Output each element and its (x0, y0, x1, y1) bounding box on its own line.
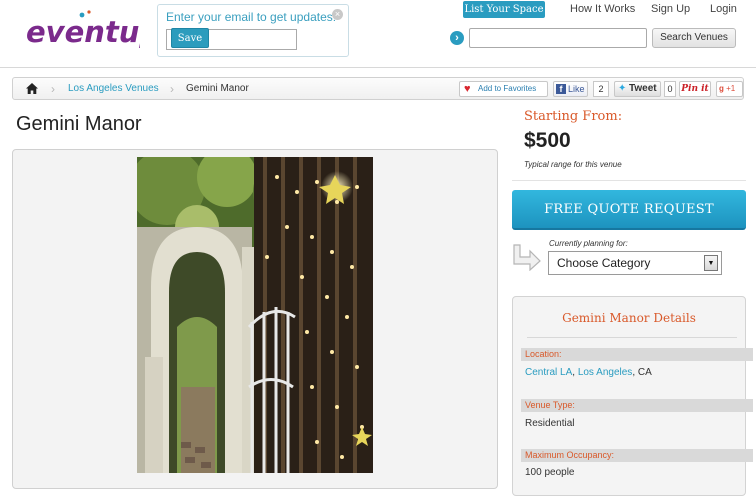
logo-text: eventup (26, 15, 140, 49)
price-range-note: Typical range for this venue (524, 160, 622, 169)
google-plus-icon: g (719, 84, 724, 93)
pin-it-button[interactable]: Pin it (679, 81, 711, 97)
location-comma: , (632, 367, 636, 378)
divider (527, 337, 737, 338)
location-state: CA (637, 367, 652, 378)
breadcrumb-item-current: Gemini Manor (186, 83, 249, 94)
max-occupancy-label: Maximum Occupancy: (521, 449, 753, 462)
venue-photo[interactable] (137, 157, 373, 473)
venue-type-value: Residential (525, 418, 575, 429)
google-plus-one-button[interactable]: g +1 (716, 81, 743, 97)
category-select[interactable]: Choose Category ▼ (548, 251, 722, 275)
breadcrumb-item-los-angeles-venues[interactable]: Los Angeles Venues (68, 83, 159, 94)
tweet-count: 0 (664, 81, 676, 97)
location-city-link[interactable]: Los Angeles (578, 367, 633, 378)
chevron-down-icon[interactable]: ▼ (704, 255, 718, 271)
header-divider (0, 67, 756, 68)
login-link[interactable]: Login (710, 3, 737, 15)
facebook-like-count: 2 (593, 81, 609, 97)
search-venues-button[interactable]: Search Venues (652, 28, 736, 48)
free-quote-request-button[interactable]: FREE QUOTE REQUEST (512, 190, 746, 230)
location-value: Central LA, Los Angeles, CA (525, 367, 652, 378)
currently-planning-label: Currently planning for: (549, 239, 628, 248)
eventup-logo[interactable]: eventup (22, 8, 140, 60)
page-title: Gemini Manor (16, 113, 142, 135)
starting-from-label: Starting From: (524, 109, 623, 124)
list-your-space-button[interactable]: List Your Space (463, 1, 545, 18)
heart-icon: ♥ (464, 83, 471, 95)
venue-type-label: Venue Type: (521, 399, 753, 412)
photo-gallery-panel (12, 149, 498, 489)
tweet-label: Tweet (629, 83, 657, 94)
signup-prompt: Enter your email to get updates! (166, 10, 337, 24)
location-label: Location: (521, 348, 753, 361)
category-select-value: Choose Category (557, 256, 651, 270)
venue-details-panel: Gemini Manor Details Location: Central L… (512, 296, 753, 496)
location-comma: , (572, 367, 576, 378)
google-plus-label: +1 (726, 84, 736, 93)
save-button[interactable]: Save (171, 28, 209, 48)
details-title: Gemini Manor Details (562, 311, 696, 325)
favorites-label: Add to Favorites (478, 84, 537, 93)
close-icon[interactable]: × (332, 9, 343, 20)
location-area-link[interactable]: Central LA (525, 367, 572, 378)
max-occupancy-value: 100 people (525, 467, 575, 478)
arrow-right-circle-icon[interactable]: › (450, 31, 464, 45)
how-it-works-link[interactable]: How It Works (570, 3, 635, 15)
arrow-right-icon (513, 244, 541, 271)
facebook-like-label: Like (568, 84, 585, 94)
facebook-like-button[interactable]: f Like (553, 81, 588, 97)
twitter-bird-icon: ✦ (618, 83, 627, 94)
add-to-favorites-button[interactable]: ♥ Add to Favorites (459, 81, 548, 97)
price-value: $500 (524, 129, 571, 152)
breadcrumb-separator: › (170, 82, 174, 96)
venue-search-input[interactable] (469, 28, 647, 48)
facebook-icon: f (556, 84, 566, 94)
sign-up-link[interactable]: Sign Up (651, 3, 690, 15)
breadcrumb-separator: › (51, 82, 55, 96)
home-icon[interactable] (26, 83, 38, 94)
divider (512, 180, 746, 181)
tweet-button[interactable]: ✦ Tweet (614, 81, 661, 97)
breadcrumb: › Los Angeles Venues › Gemini Manor ♥ Ad… (12, 77, 744, 100)
